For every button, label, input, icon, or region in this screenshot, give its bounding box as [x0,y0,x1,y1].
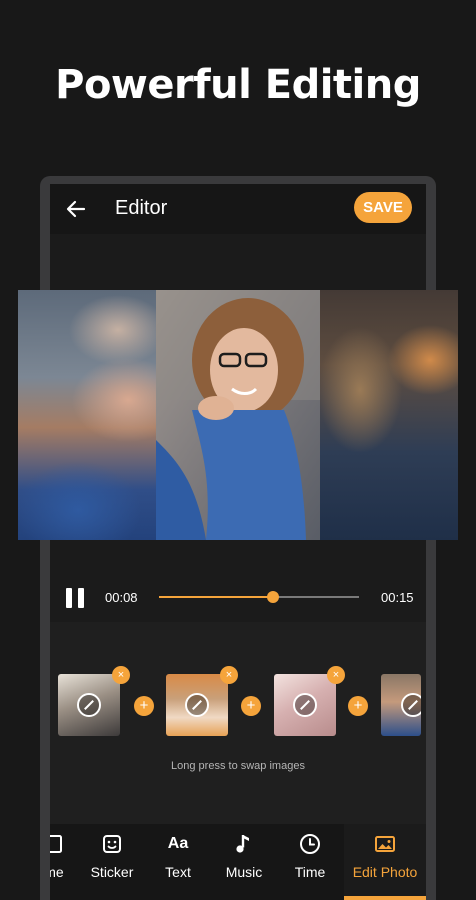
clip-thumbnail[interactable] [58,674,120,736]
page-title: Editor [115,197,168,219]
tool-label: Text [165,864,191,880]
remove-clip-icon[interactable]: × [220,666,238,684]
clip-thumbnail[interactable] [166,674,228,736]
pause-icon[interactable] [66,588,84,608]
next-photo-blurred [320,290,458,540]
music-note-icon [236,835,249,853]
image-icon [375,836,395,852]
tool-time[interactable]: Time [276,824,344,900]
edit-icon[interactable] [401,693,421,717]
current-time: 00:08 [105,590,138,605]
tool-label: Music [225,864,263,880]
playback-controls: 00:08 00:15 [50,574,426,622]
tool-edit-photo[interactable]: Edit Photo [344,824,426,900]
seek-bar-progress [159,596,273,598]
clock-icon [300,834,320,854]
edit-icon[interactable] [77,693,101,717]
seek-bar-thumb[interactable] [267,591,279,603]
save-button[interactable]: SAVE [354,192,412,223]
add-clip-button[interactable]: + [348,696,368,716]
tool-music[interactable]: Music [210,824,278,900]
photo-carousel[interactable] [18,290,458,540]
add-clip-button[interactable]: + [241,696,261,716]
edit-icon[interactable] [293,693,317,717]
swap-hint: Long press to swap images [171,760,305,772]
edit-icon[interactable] [185,693,209,717]
seek-bar[interactable] [159,591,359,603]
current-photo [156,290,320,540]
remove-clip-icon[interactable]: × [112,666,130,684]
headline: Powerful Editing [55,62,421,108]
back-arrow-icon[interactable] [64,197,88,221]
tool-label: Edit Photo [352,864,418,880]
clip-strip: × + × + × + [50,654,426,754]
active-tool-indicator [344,896,426,900]
remove-clip-icon[interactable]: × [327,666,345,684]
tool-text[interactable]: Aa Text [144,824,212,900]
text-icon: Aa [167,835,189,852]
frame-icon [50,835,62,853]
tool-label: Time [294,864,326,880]
previous-photo-blurred [18,290,156,540]
bottom-toolbar: me Sticker Aa Text Music Time Edit Photo [50,824,426,900]
tool-sticker[interactable]: Sticker [78,824,146,900]
total-time: 00:15 [381,590,414,605]
clip-thumbnail[interactable] [274,674,336,736]
add-clip-button[interactable]: + [134,696,154,716]
sticker-icon [103,835,121,853]
app-bar: Editor SAVE [50,184,426,234]
clip-thumbnail[interactable] [381,674,421,736]
tool-label: Sticker [90,864,134,880]
